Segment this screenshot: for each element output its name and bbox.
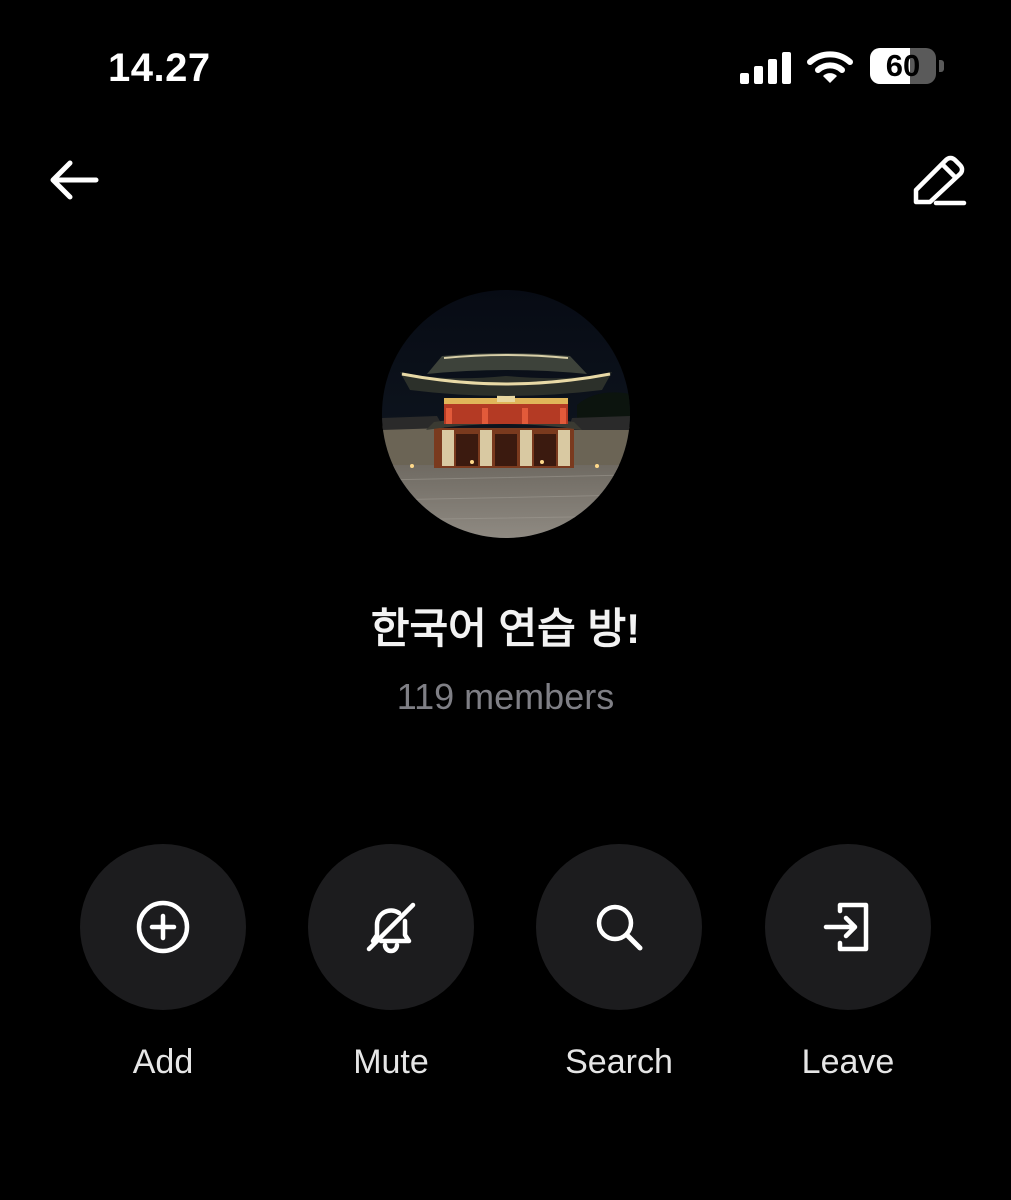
search-label: Search [565,1043,673,1081]
edit-button[interactable] [906,148,972,214]
battery-nub [939,60,944,72]
add-label: Add [132,1043,194,1081]
battery-icon: 60 [870,48,946,86]
back-button[interactable] [44,150,104,210]
search-icon [596,904,643,951]
leave-button[interactable]: Leave [765,844,933,1104]
member-count[interactable]: 119 members [0,674,1011,720]
battery-level: 60 [885,48,921,83]
add-button-circle[interactable] [80,844,246,1010]
pencil-edit-icon [913,155,967,206]
add-button[interactable]: Add [80,844,248,1104]
bell-slash-icon [366,902,416,954]
arrow-left-icon [50,160,99,200]
mute-button-circle[interactable] [308,844,474,1010]
search-button[interactable]: Search [536,844,704,1104]
group-name: 한국어 연습 방! [370,605,641,652]
status-time: 14.27 [108,46,211,90]
mute-label: Mute [353,1043,429,1081]
leave-button-circle[interactable] [765,844,931,1010]
group-avatar[interactable] [382,290,630,538]
leave-label: Leave [801,1043,895,1081]
search-button-circle[interactable] [536,844,702,1010]
group-avatar-photo [382,290,630,538]
plus-circle-icon [136,900,190,954]
exit-door-icon [823,902,869,952]
cellular-signal-icon [740,52,791,84]
mute-button[interactable]: Mute [308,844,476,1104]
wifi-icon [807,51,853,83]
battery-body: 60 [870,48,936,84]
